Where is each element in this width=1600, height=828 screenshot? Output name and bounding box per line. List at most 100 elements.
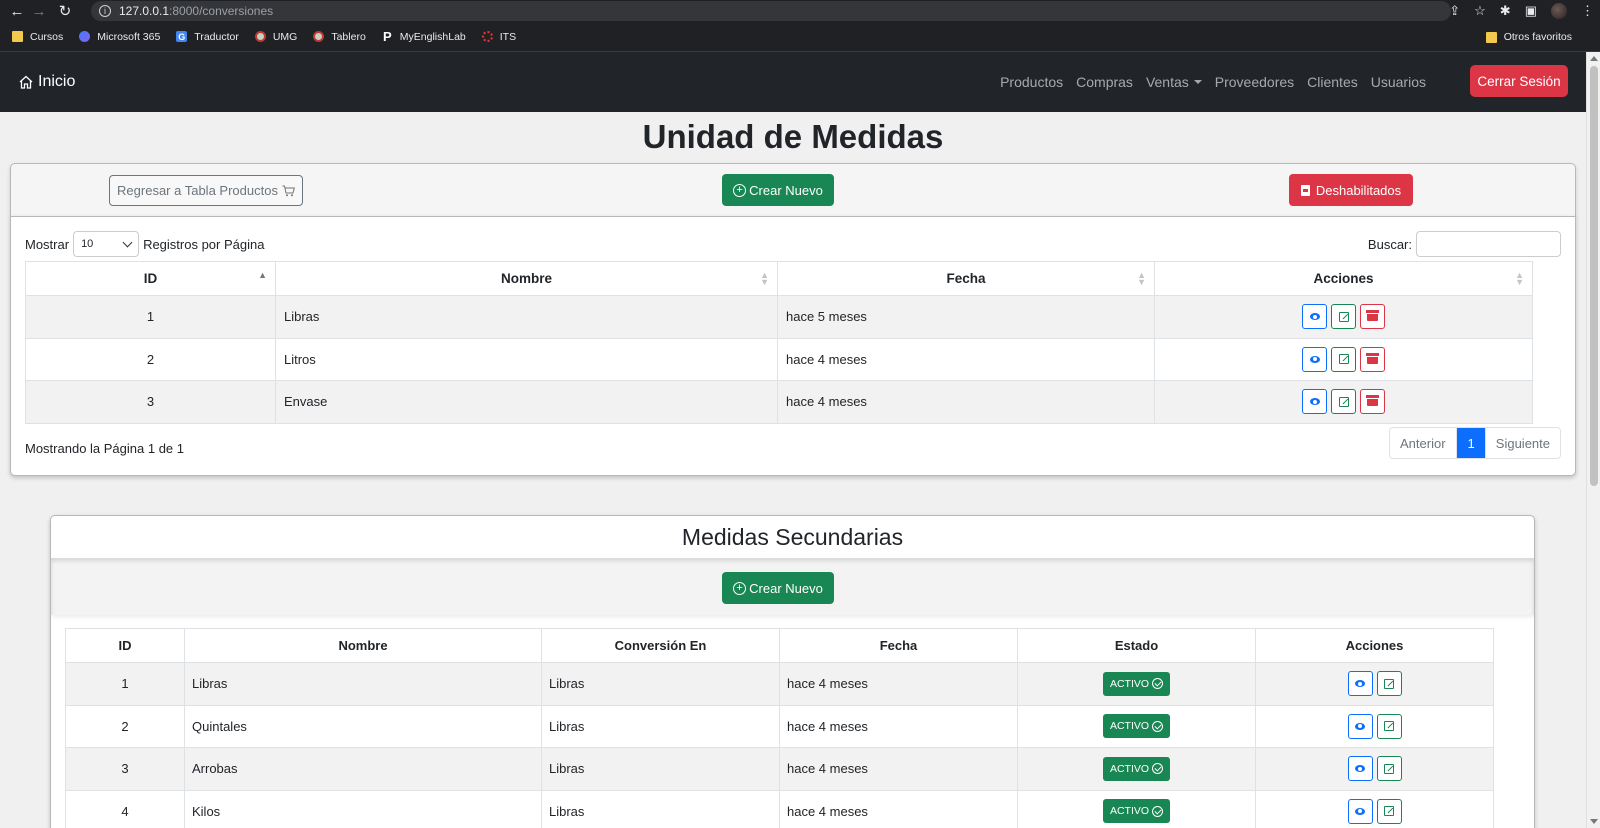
view-button[interactable]: [1302, 389, 1327, 415]
extensions-icon[interactable]: ✱: [1500, 3, 1511, 19]
archive-button[interactable]: [1360, 346, 1385, 372]
pagination-page-1[interactable]: 1: [1456, 428, 1486, 458]
archive-button[interactable]: [1360, 389, 1385, 415]
column-header-fecha[interactable]: Fecha ▲ ▼: [777, 261, 1155, 296]
menu-dots-icon[interactable]: ⋮: [1581, 3, 1594, 19]
back-button-label: Regresar a Tabla Productos: [117, 183, 278, 198]
table-row: 3 Envase hace 4 meses: [25, 380, 1533, 424]
bookmark-microsoft365[interactable]: Microsoft 365: [79, 31, 160, 43]
search-input[interactable]: [1416, 231, 1561, 257]
nav-ventas-dropdown[interactable]: Ventas: [1146, 74, 1202, 90]
page-scrollbar[interactable]: [1586, 52, 1600, 828]
cell-id: 3: [65, 747, 185, 791]
cell-acciones: [1154, 337, 1533, 381]
column-header-nombre[interactable]: Nombre ▲ ▼: [275, 261, 778, 296]
nav-compras[interactable]: Compras: [1076, 74, 1133, 90]
view-button[interactable]: [1302, 346, 1327, 372]
bookmark-its[interactable]: ITS: [481, 31, 516, 43]
nav-productos[interactable]: Productos: [1000, 74, 1063, 90]
site-info-icon[interactable]: i: [99, 5, 111, 17]
bookmark-tablero[interactable]: Tablero: [313, 31, 366, 43]
units-table: ID ▲ Nombre ▲ ▼ Fecha ▲ ▼ Acciones ▲ ▼ 1 Libras…: [25, 261, 1533, 424]
bookmark-traductor[interactable]: G Traductor: [176, 31, 239, 43]
back-to-products-button[interactable]: Regresar a Tabla Productos: [109, 175, 303, 206]
page-length-value: 10: [81, 238, 94, 250]
view-button[interactable]: [1302, 304, 1327, 330]
profile-avatar[interactable]: [1551, 3, 1567, 19]
disabled-items-button[interactable]: Deshabilitados: [1289, 174, 1413, 206]
scroll-thumb[interactable]: [1590, 66, 1598, 486]
cell-conversion: Libras: [541, 747, 780, 791]
app-navbar: Inicio Productos Compras Ventas Proveedo…: [0, 52, 1586, 112]
pagination-next[interactable]: Siguiente: [1485, 428, 1560, 458]
pagination-previous[interactable]: Anterior: [1390, 428, 1457, 458]
cell-estado: ACTIVO: [1017, 789, 1256, 828]
column-header-fecha: Fecha: [779, 628, 1018, 663]
eye-icon: [1355, 680, 1365, 688]
page-length-select[interactable]: 10: [73, 231, 140, 257]
table-row: 2 Litros hace 4 meses: [25, 337, 1533, 381]
bookmark-myenglishlab[interactable]: P MyEnglishLab: [382, 29, 466, 44]
reload-icon[interactable]: ↻: [54, 0, 76, 22]
bookmark-cursos[interactable]: Cursos: [12, 31, 63, 43]
column-label: Acciones: [1313, 271, 1374, 286]
scroll-up-icon[interactable]: [1590, 56, 1598, 61]
edit-button[interactable]: [1376, 671, 1402, 697]
column-header-id[interactable]: ID ▲: [25, 261, 276, 296]
view-button[interactable]: [1347, 713, 1373, 739]
edit-button[interactable]: [1376, 756, 1402, 782]
url-path: :8000/conversiones: [169, 4, 274, 18]
edit-button[interactable]: [1331, 304, 1356, 330]
brand-home-link[interactable]: Inicio: [18, 52, 75, 112]
address-bar[interactable]: i 127.0.0.1:8000/conversiones: [91, 1, 1451, 21]
status-label: ACTIVO: [1109, 762, 1150, 775]
units-card-body: Mostrar 10 Registros por Página Buscar: …: [10, 216, 1576, 476]
secondary-units-table: ID Nombre Conversión En Fecha Estado Acc…: [65, 628, 1494, 828]
column-label: Nombre: [500, 271, 552, 286]
column-label: Fecha: [946, 271, 986, 286]
edit-button[interactable]: [1331, 389, 1356, 415]
view-button[interactable]: [1347, 798, 1373, 824]
other-bookmarks[interactable]: Otros favoritos: [1485, 22, 1572, 52]
tablero-icon: [313, 31, 325, 42]
bookmarks-bar: Cursos Microsoft 365 G Traductor UMG Tabl…: [0, 22, 1600, 52]
scroll-down-icon[interactable]: [1590, 819, 1598, 824]
create-secondary-button[interactable]: + Crear Nuevo: [722, 572, 834, 604]
cell-nombre: Envase: [275, 380, 778, 424]
edit-button[interactable]: [1376, 798, 1402, 824]
edit-icon: [1384, 763, 1394, 774]
url-host: 127.0.0.1: [119, 4, 170, 18]
view-button[interactable]: [1347, 671, 1373, 697]
edit-button[interactable]: [1331, 346, 1356, 372]
nav-clientes[interactable]: Clientes: [1307, 74, 1358, 90]
back-arrow-icon[interactable]: ←: [6, 0, 28, 22]
bookmark-umg[interactable]: UMG: [254, 31, 297, 43]
view-button[interactable]: [1347, 756, 1373, 782]
translate-icon: G: [176, 31, 188, 42]
p-logo-icon: P: [382, 29, 392, 44]
folder-icon: [1485, 31, 1497, 43]
page-info: Mostrando la Página 1 de 1: [25, 441, 184, 456]
column-header-acciones[interactable]: Acciones ▲ ▼: [1154, 261, 1533, 296]
archive-button[interactable]: [1360, 304, 1385, 330]
edit-button[interactable]: [1376, 713, 1402, 739]
star-icon[interactable]: ☆: [1474, 3, 1486, 19]
sidepanel-icon[interactable]: ▣: [1525, 3, 1537, 19]
share-icon[interactable]: ⇪: [1449, 3, 1460, 19]
forward-arrow-icon[interactable]: →: [28, 0, 50, 22]
eye-icon: [1309, 355, 1320, 363]
nav-usuarios[interactable]: Usuarios: [1371, 74, 1426, 90]
per-page-label: Registros por Página: [143, 236, 265, 252]
edit-icon: [1338, 396, 1349, 407]
column-header-acciones: Acciones: [1255, 628, 1494, 663]
status-label: ACTIVO: [1109, 720, 1150, 733]
create-unit-button[interactable]: + Crear Nuevo: [722, 174, 834, 206]
archive-icon: [1366, 352, 1379, 364]
secondary-units-card: Medidas Secundarias + Crear Nuevo ID Nom…: [50, 515, 1535, 828]
logout-button[interactable]: Cerrar Sesión: [1470, 65, 1568, 97]
cell-estado: ACTIVO: [1017, 747, 1256, 791]
eye-icon: [1355, 807, 1365, 815]
sort-asc-icon: ▲: [258, 270, 267, 280]
nav-proveedores[interactable]: Proveedores: [1215, 74, 1294, 90]
bookmark-label: MyEnglishLab: [399, 30, 466, 43]
